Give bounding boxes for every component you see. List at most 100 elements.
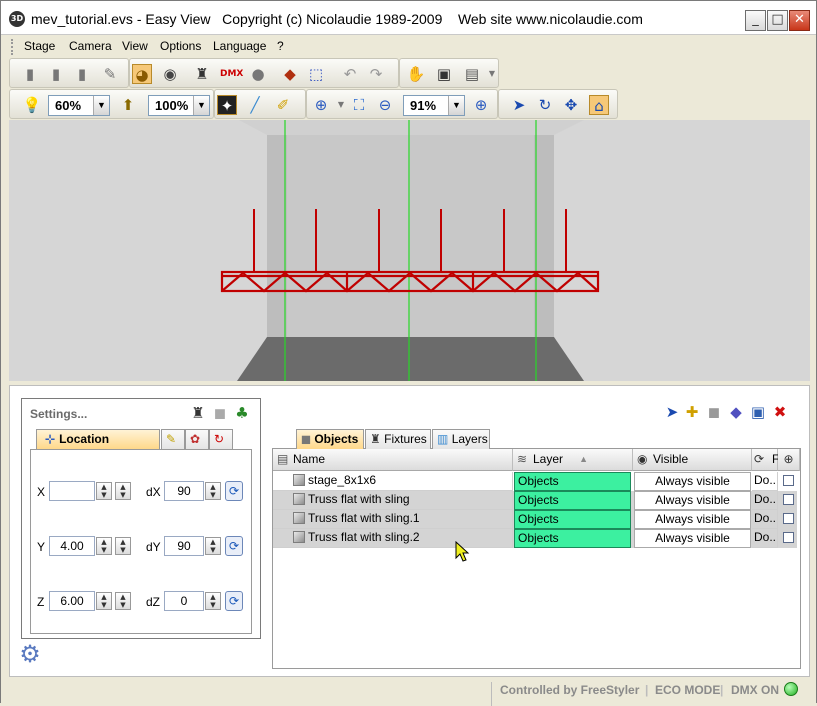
tab-layers[interactable]: ▥ Layers xyxy=(432,429,490,449)
x-spinner-step[interactable]: ▲ ▼ xyxy=(115,482,131,500)
light-level-select[interactable]: 60% ▼ xyxy=(48,95,110,116)
hand-icon[interactable]: ✋ xyxy=(406,64,426,84)
link-icon[interactable]: ⟳ xyxy=(225,481,243,501)
camera-icon[interactable]: ▣ xyxy=(434,64,454,84)
menu-camera[interactable]: Camera xyxy=(69,39,112,53)
tools-icon[interactable]: ⚙ xyxy=(14,642,46,674)
layer-cell[interactable]: Objects xyxy=(514,472,631,491)
row-checkbox[interactable] xyxy=(783,475,794,486)
menu-help[interactable]: ? xyxy=(277,39,284,53)
dx-spinner[interactable]: ▲ ▼ xyxy=(205,482,221,500)
video-camera-icon[interactable]: ▤ xyxy=(462,64,482,84)
table-row[interactable]: Truss flat with sling.1 Objects Always v… xyxy=(273,510,797,529)
dy-spinner[interactable]: ▲ ▼ xyxy=(205,537,221,555)
column-visible[interactable]: ◉ Visible xyxy=(633,449,752,471)
home-icon[interactable]: ⌂ xyxy=(589,95,609,115)
redo-icon[interactable]: ↷ xyxy=(366,64,386,84)
z-spinner-step[interactable]: ▲ ▼ xyxy=(115,592,131,610)
tab-size[interactable]: ✎ xyxy=(161,429,185,449)
light-bulb-icon[interactable]: 💡 xyxy=(22,95,42,115)
select-arrow-icon[interactable]: ➤ xyxy=(509,95,529,115)
undo-icon[interactable]: ↶ xyxy=(340,64,360,84)
row-checkbox[interactable] xyxy=(783,494,794,505)
tab-location[interactable]: ⊹ Location xyxy=(36,429,160,449)
extra-cell[interactable]: Do... xyxy=(752,510,778,529)
extra-cell[interactable]: Do... xyxy=(752,472,778,491)
dy-field[interactable]: 90 xyxy=(164,536,204,556)
column-target[interactable]: ⊕ xyxy=(778,449,800,471)
wrench-icon[interactable]: ✎ xyxy=(100,64,120,84)
fit-view-icon[interactable]: ⛶ xyxy=(349,95,369,115)
layers-stack-icon[interactable]: ◆ xyxy=(280,64,300,84)
3d-viewport[interactable] xyxy=(9,120,810,381)
new-folder-icon[interactable]: ✚ xyxy=(682,402,702,422)
layer-cell[interactable]: Objects xyxy=(514,491,631,510)
zoom-select[interactable]: 91% ▼ xyxy=(403,95,465,116)
scale-select[interactable]: 100% ▼ xyxy=(148,95,210,116)
highlight-icon[interactable]: ✐ xyxy=(273,95,293,115)
y-spinner-step[interactable]: ▲ ▼ xyxy=(115,537,131,555)
menu-language[interactable]: Language xyxy=(213,39,266,53)
tab-fixtures[interactable]: ♜ Fixtures xyxy=(365,429,431,449)
menu-stage[interactable]: Stage xyxy=(24,39,55,53)
group-icon[interactable]: ♣ xyxy=(232,403,252,423)
cube-icon[interactable]: ◼ xyxy=(704,402,724,422)
helmet-icon[interactable]: ◕ xyxy=(132,64,152,84)
new-icon[interactable]: ▮ xyxy=(20,64,40,84)
visible-cell[interactable]: Always visible xyxy=(634,529,751,548)
table-row[interactable]: stage_8x1x6 Objects Always visible Do... xyxy=(273,472,797,491)
chevron-down-icon[interactable]: ▼ xyxy=(448,96,464,115)
fixture-icon[interactable]: ♜ xyxy=(192,64,212,84)
save-icon[interactable]: ▣ xyxy=(748,402,768,422)
cube-wire-icon[interactable]: ⬚ xyxy=(306,64,326,84)
visible-cell[interactable]: Always visible xyxy=(634,491,751,510)
delete-icon[interactable]: ✖ xyxy=(770,402,790,422)
y-spinner-up[interactable]: ▲ ▼ xyxy=(96,537,112,555)
open-icon[interactable]: ▮ xyxy=(46,64,66,84)
beam-render-icon[interactable]: ✦ xyxy=(217,95,237,115)
dx-field[interactable]: 90 xyxy=(164,481,204,501)
zoom-icon[interactable]: ⊕ xyxy=(311,95,331,115)
duplicate-icon[interactable]: ◆ xyxy=(726,402,746,422)
disabled-circle-icon[interactable]: ● xyxy=(248,64,268,84)
tab-color[interactable]: ✿ xyxy=(185,429,209,449)
layer-cell[interactable]: Objects xyxy=(514,510,631,529)
menu-view[interactable]: View xyxy=(122,39,148,53)
column-layer[interactable]: ≋ Layer ▲ xyxy=(513,449,633,471)
dz-spinner[interactable]: ▲ ▼ xyxy=(205,592,221,610)
fixture-icon[interactable]: ♜ xyxy=(188,403,208,423)
column-name[interactable]: ▤ Name xyxy=(273,449,513,471)
z-spinner-up[interactable]: ▲ ▼ xyxy=(96,592,112,610)
close-button[interactable]: ✕ xyxy=(789,10,810,31)
extra-cell[interactable]: Do... xyxy=(752,491,778,510)
scale-icon[interactable]: ⬆ xyxy=(118,95,138,115)
move-icon[interactable]: ✥ xyxy=(561,95,581,115)
tab-objects[interactable]: ◼ Objects xyxy=(296,429,364,449)
row-checkbox[interactable] xyxy=(783,532,794,543)
tab-rotation[interactable]: ↻ xyxy=(209,429,233,449)
x-field[interactable] xyxy=(49,481,95,501)
visible-cell[interactable]: Always visible xyxy=(634,472,751,491)
z-field[interactable]: 6.00 xyxy=(49,591,95,611)
dz-field[interactable]: 0 xyxy=(164,591,204,611)
table-row[interactable]: Truss flat with sling.2 Objects Always v… xyxy=(273,529,797,548)
zoom-out-icon[interactable]: ⊖ xyxy=(375,95,395,115)
pen-icon[interactable]: ╱ xyxy=(245,95,265,115)
save-icon[interactable]: ▮ xyxy=(72,64,92,84)
chevron-down-icon[interactable]: ▼ xyxy=(193,96,209,115)
link-icon[interactable]: ⟳ xyxy=(225,536,243,556)
menu-options[interactable]: Options xyxy=(160,39,201,53)
minimize-button[interactable]: _ xyxy=(745,10,766,31)
chevron-down-icon[interactable]: ▼ xyxy=(482,64,502,84)
extra-cell[interactable]: Do... xyxy=(752,529,778,548)
zoom-in-icon[interactable]: ⊕ xyxy=(471,95,491,115)
table-row[interactable]: Truss flat with sling Objects Always vis… xyxy=(273,491,797,510)
eye-icon[interactable]: ◉ xyxy=(160,64,180,84)
row-checkbox[interactable] xyxy=(783,513,794,524)
visible-cell[interactable]: Always visible xyxy=(634,510,751,529)
select-arrow-icon[interactable]: ➤ xyxy=(662,402,682,422)
chevron-down-icon[interactable]: ▼ xyxy=(331,95,351,115)
x-spinner-up[interactable]: ▲ ▼ xyxy=(96,482,112,500)
rotate-icon[interactable]: ↻ xyxy=(535,95,555,115)
link-icon[interactable]: ⟳ xyxy=(225,591,243,611)
